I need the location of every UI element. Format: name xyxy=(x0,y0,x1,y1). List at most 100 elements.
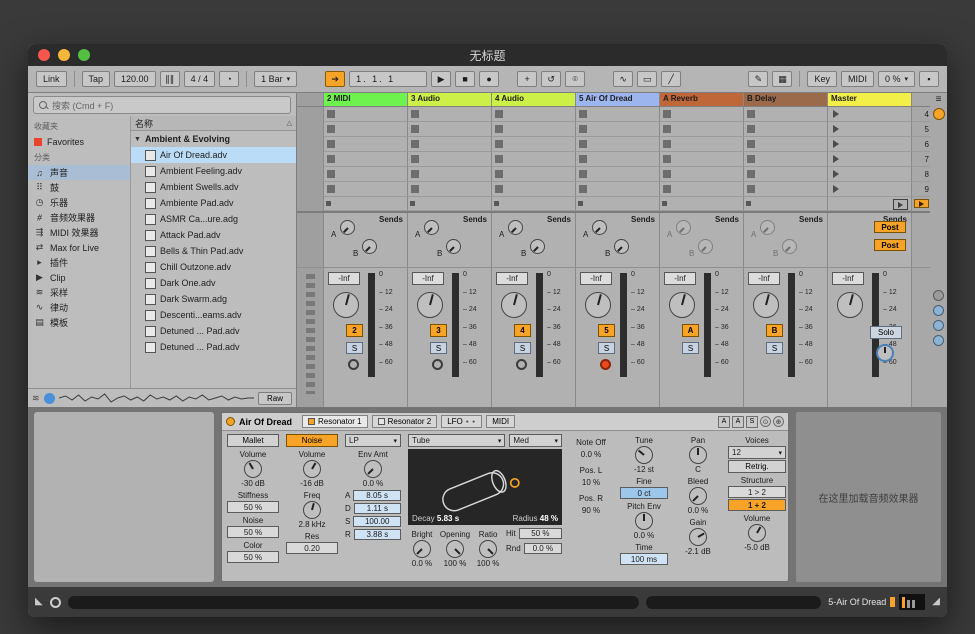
track-header[interactable]: 2 MIDI xyxy=(324,93,408,106)
pos-l-value[interactable]: 10 % xyxy=(580,478,603,487)
file-row[interactable]: Bells & Thin Pad.adv xyxy=(131,243,296,259)
send-a-knob[interactable] xyxy=(424,220,439,235)
sidebar-category[interactable]: ▤ 模板 xyxy=(28,315,130,330)
structure-mix-value[interactable]: 1 + 2 xyxy=(728,499,786,511)
scene-slot[interactable] xyxy=(828,182,912,197)
menu-icon[interactable]: ≡ xyxy=(930,94,947,105)
peak-level-display[interactable]: -Inf xyxy=(748,272,780,285)
send-a-knob[interactable] xyxy=(760,220,775,235)
zoom-button[interactable] xyxy=(78,49,90,61)
send-a-knob[interactable] xyxy=(508,220,523,235)
scene-number[interactable]: 9 xyxy=(912,182,932,197)
clip-slot[interactable] xyxy=(576,122,660,137)
follow-button[interactable]: ➔ xyxy=(325,71,345,87)
scene-slot[interactable] xyxy=(828,167,912,182)
filter-type-menu[interactable]: LP ▾ xyxy=(345,434,401,447)
clip-slot[interactable] xyxy=(492,167,576,182)
file-row[interactable]: Chill Outzone.adv xyxy=(131,259,296,275)
folder-row[interactable]: ▼ Ambient & Evolving xyxy=(131,131,296,147)
send-b-knob[interactable] xyxy=(614,239,629,254)
clip-slot[interactable] xyxy=(324,182,408,197)
file-row[interactable]: ASMR Ca...ure.adg xyxy=(131,211,296,227)
automation-mode-button[interactable]: ∿ xyxy=(613,71,633,87)
file-row[interactable]: Detuned ... Pad.adv xyxy=(131,323,296,339)
link-button[interactable]: Link xyxy=(36,71,67,87)
scene-slot[interactable] xyxy=(828,107,912,122)
track-activator[interactable]: A xyxy=(682,324,699,337)
clip-slot[interactable] xyxy=(408,182,492,197)
noise-value[interactable]: 50 % xyxy=(227,526,279,538)
scene-number[interactable]: 7 xyxy=(912,152,932,167)
show-io-toggle-icon[interactable] xyxy=(933,290,944,301)
key-map-button[interactable]: Key xyxy=(807,71,837,87)
sidebar-category[interactable]: ▶ Clip xyxy=(28,270,130,285)
clip-slot[interactable] xyxy=(492,107,576,122)
clip-slot[interactable] xyxy=(408,167,492,182)
track-stop-slot[interactable] xyxy=(744,197,828,211)
sustain-value[interactable]: 100.00 xyxy=(353,516,401,527)
sidebar-category[interactable]: ⇶ MIDI 效果器 xyxy=(28,225,130,240)
draw-mode-button[interactable]: ✎ xyxy=(748,71,768,87)
volume-knob[interactable] xyxy=(501,292,527,318)
clip-slot[interactable] xyxy=(660,167,744,182)
clip-slot[interactable] xyxy=(744,137,828,152)
noise-volume-knob[interactable] xyxy=(303,460,321,478)
clip-box-button[interactable]: ▭ xyxy=(637,71,657,87)
clip-slot[interactable] xyxy=(324,122,408,137)
peak-level-display[interactable]: -Inf xyxy=(832,272,864,285)
midi-map-button[interactable]: MIDI xyxy=(841,71,874,87)
name-column-header[interactable]: 名称 △ xyxy=(131,116,296,131)
track-stop-slot[interactable] xyxy=(408,197,492,211)
sidebar-category[interactable]: ▸ 插件 xyxy=(28,255,130,270)
ratio-knob[interactable] xyxy=(479,540,497,558)
retrigger-button[interactable]: Retrig. xyxy=(728,460,786,473)
sidebar-category[interactable]: ◷ 乐器 xyxy=(28,195,130,210)
send-a-knob[interactable] xyxy=(340,220,355,235)
freq-knob[interactable] xyxy=(303,501,321,519)
raw-button[interactable]: Raw xyxy=(258,392,292,405)
reenable-automation-button[interactable]: ↺ xyxy=(541,71,561,87)
clip-slot[interactable] xyxy=(660,182,744,197)
clip-slot[interactable] xyxy=(660,152,744,167)
save-preset-icon[interactable]: ⊕ xyxy=(773,416,784,427)
master-solo-button[interactable]: Solo xyxy=(870,326,902,339)
clip-slot[interactable] xyxy=(576,137,660,152)
file-row[interactable]: Air Of Dread.adv xyxy=(131,147,296,163)
clip-slot[interactable] xyxy=(576,107,660,122)
opening-knob[interactable] xyxy=(446,540,464,558)
tab-lfo[interactable]: LFO ● ● xyxy=(441,415,482,428)
tap-tempo-button[interactable]: Tap xyxy=(82,71,111,87)
pos-r-value[interactable]: 90 % xyxy=(579,506,603,515)
quantization-menu[interactable]: 1 Bar ▾ xyxy=(254,71,297,87)
minimize-button[interactable] xyxy=(58,49,70,61)
decay-value[interactable]: 1.11 s xyxy=(354,503,401,514)
nudge-buttons[interactable]: ∥∥ xyxy=(160,71,180,87)
solo-button[interactable]: S xyxy=(766,342,783,354)
sidebar-category[interactable]: ♫ 声音 xyxy=(28,165,130,180)
link-b-button[interactable]: A xyxy=(732,416,744,428)
resonator-display[interactable]: Decay 5.83 s Radius 48 % xyxy=(408,449,562,525)
color-value[interactable]: 50 % xyxy=(227,551,279,563)
track-stop-slot[interactable] xyxy=(492,197,576,211)
search-input[interactable]: 搜索 (Cmd + F) xyxy=(33,96,291,114)
clip-slot[interactable] xyxy=(576,167,660,182)
stop-all-clips-button[interactable] xyxy=(893,199,908,210)
show-mixer-toggle-icon[interactable] xyxy=(933,335,944,346)
clip-slot[interactable] xyxy=(744,122,828,137)
track-header[interactable]: 4 Audio xyxy=(492,93,576,106)
track-stop-slot[interactable] xyxy=(660,197,744,211)
tune-knob[interactable] xyxy=(635,446,653,464)
gain-knob[interactable] xyxy=(689,528,707,546)
send-b-knob[interactable] xyxy=(698,239,713,254)
volume-knob[interactable] xyxy=(669,292,695,318)
clip-slot[interactable] xyxy=(576,182,660,197)
post-toggle-a[interactable]: Post xyxy=(874,221,906,233)
file-row[interactable]: Dark One.adv xyxy=(131,275,296,291)
voices-menu[interactable]: 12 ▾ xyxy=(728,446,786,459)
arm-button[interactable] xyxy=(600,359,611,370)
clip-slot[interactable] xyxy=(492,122,576,137)
track-activator[interactable]: 5 xyxy=(598,324,615,337)
radius-footer[interactable]: Radius 48 % xyxy=(513,514,558,523)
clip-slot[interactable] xyxy=(492,152,576,167)
file-row[interactable]: Dark Swarm.adg xyxy=(131,291,296,307)
